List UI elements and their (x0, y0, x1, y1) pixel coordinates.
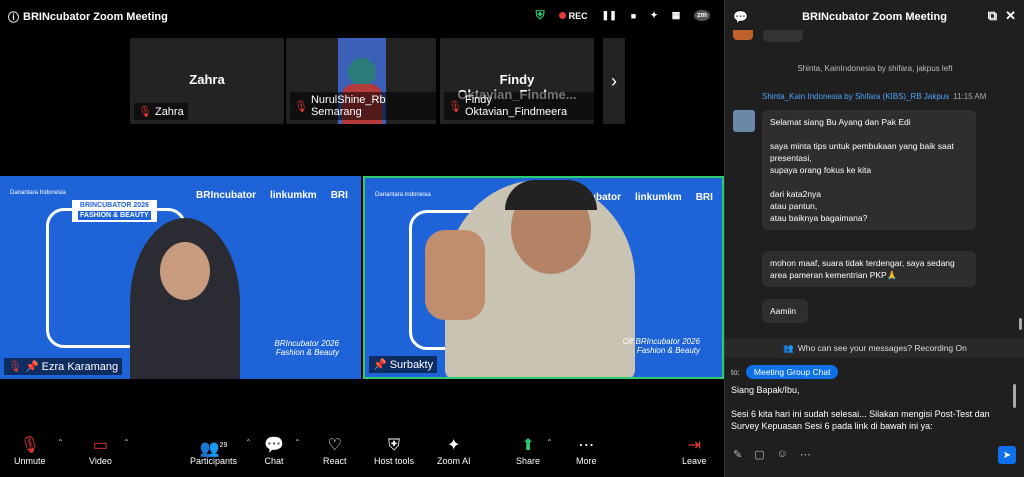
window-title: BRINcubator Zoom Meeting (23, 11, 168, 23)
compose-tools: ✎ ▢ ☺ ⋯ (733, 448, 811, 461)
info-icon[interactable]: ⓘ (8, 9, 19, 25)
chat-icon: 💬 (264, 437, 284, 454)
visibility-notice[interactable]: 👥 Who can see your messages? Recording On (725, 338, 1024, 358)
participant-video (425, 180, 635, 377)
view-icon[interactable]: ▦ (672, 10, 681, 21)
meeting-toolbar: 🎙 Unmute ⌃ ▭ Video ⌃ 👥29 Participants ⌃ 💬 Ch… (0, 430, 724, 477)
participant-video (130, 218, 240, 379)
input-scrollbar[interactable] (1013, 384, 1016, 408)
more-icon[interactable]: ⋯ (800, 448, 811, 461)
chat-panel: 💬 BRINcubator Zoom Meeting ⧉ ✕ Shinta, Ka… (724, 0, 1024, 477)
format-icon[interactable]: ✎ (733, 448, 742, 461)
unmute-button[interactable]: 🎙 Unmute (14, 436, 46, 466)
chat-header: 💬 BRINcubator Zoom Meeting ⧉ ✕ (725, 0, 1024, 34)
shield-icon: ⛨ (388, 437, 401, 454)
previous-message-fragment (763, 30, 803, 42)
recipient-selector[interactable]: to: Meeting Group Chat (731, 365, 839, 379)
shield-icon[interactable]: ⛨ (536, 8, 545, 23)
close-icon[interactable]: ✕ (1005, 8, 1016, 24)
message-input[interactable]: Siang Bapak/Ibu, Sesi 6 kita hari ini su… (731, 384, 1001, 432)
stop-recording-icon[interactable]: ■ (631, 11, 636, 21)
send-button[interactable]: ➤ (998, 446, 1016, 464)
share-button[interactable]: ⬆ Share (516, 436, 540, 466)
mic-muted-icon: 🎙 (19, 437, 40, 454)
system-message: Shinta, KainIndonesia by shifara, jakpus… (797, 64, 953, 73)
chevron-up-icon[interactable]: ⌃ (546, 438, 553, 447)
zoom-ai-button[interactable]: ✦ Zoom AI (437, 436, 471, 466)
message-sender[interactable]: Shinta_Kain Indonesia by Shifara (KIBS)_… (762, 92, 986, 101)
send-icon: ➤ (1002, 449, 1012, 461)
avatar[interactable]: zm (694, 10, 710, 21)
participant-tile[interactable]: 🎙 NurulShine_Rb Semarang (286, 38, 436, 124)
sparkle-icon[interactable]: ✦ (650, 10, 658, 21)
participants-icon: 👥29 (199, 440, 228, 458)
participants-button[interactable]: 👥29 Participants (190, 436, 237, 466)
chevron-up-icon[interactable]: ⌃ (123, 438, 130, 447)
react-button[interactable]: ♡ React (323, 436, 347, 466)
heart-icon: ♡ (327, 437, 342, 454)
chat-scrollbar[interactable] (1019, 318, 1022, 330)
previous-message-fragment (733, 30, 753, 40)
chat-message[interactable]: mohon maaf, suara tidak terdengar, saya … (762, 251, 976, 287)
sender-avatar[interactable] (733, 110, 755, 132)
top-bar: ⓘ BRINcubator Zoom Meeting ⛨ REC ❚❚ ■ ✦ … (0, 0, 724, 34)
pin-icon: 📌 (373, 359, 387, 371)
chat-button[interactable]: 💬 Chat (264, 436, 284, 466)
video-off-icon: ▭ (92, 437, 108, 454)
chat-message[interactable]: Aamiin (762, 299, 808, 323)
video-tile[interactable]: Danantara Indonesia BRIncubator linkumkm… (0, 176, 361, 379)
leave-button[interactable]: ⇥ Leave (682, 436, 707, 466)
sparkle-icon: ✦ (447, 437, 461, 454)
mic-muted-icon: 🎙 (294, 100, 308, 113)
chat-title: BRINcubator Zoom Meeting (802, 11, 947, 23)
org-logo: Danantara Indonesia (10, 190, 66, 196)
chevron-up-icon[interactable]: ⌃ (57, 438, 64, 447)
active-speaker-tile[interactable]: Danantara Indonesia BRIncubator linkumkm… (363, 176, 724, 379)
chevron-up-icon[interactable]: ⌃ (245, 438, 252, 447)
participant-tile[interactable]: Zahra 🎙 Zahra (130, 38, 284, 124)
mic-muted-icon: 🎙 (138, 106, 152, 118)
users-icon: 👥 (783, 342, 794, 353)
leave-icon: ⇥ (687, 437, 701, 454)
more-button[interactable]: ⋯ More (576, 436, 597, 466)
more-icon: ⋯ (578, 437, 595, 454)
participant-tile[interactable]: Findy Oktavian_Findme... 🎙Findy Oktavian… (440, 38, 594, 124)
mic-muted-icon: 🎙 (448, 100, 462, 113)
recipient-pill: Meeting Group Chat (745, 365, 839, 379)
next-page-chevron-icon[interactable]: › (603, 38, 625, 124)
pause-recording-icon[interactable]: ❚❚ (602, 10, 617, 21)
event-banner: BRINCUBATOR 2026 FASHION & BEAUTY (72, 200, 157, 222)
host-tools-button[interactable]: ⛨ Host tools (374, 436, 414, 466)
chevron-up-icon[interactable]: ⌃ (294, 438, 301, 447)
chat-message[interactable]: Selamat siang Bu Ayang dan Pak Edi saya … (762, 110, 976, 230)
mic-muted-icon: 🎙 (8, 361, 22, 373)
emoji-icon[interactable]: ☺ (777, 448, 788, 461)
video-button[interactable]: ▭ Video (89, 436, 112, 466)
meeting-area: ⓘ BRINcubator Zoom Meeting ⛨ REC ❚❚ ■ ✦ … (0, 0, 724, 477)
recording-indicator: REC (558, 11, 588, 21)
pop-out-icon[interactable]: ⧉ (988, 8, 997, 24)
chat-icon: 💬 (733, 10, 748, 24)
share-icon: ⬆ (521, 437, 535, 454)
file-icon[interactable]: ▢ (754, 448, 764, 461)
pin-icon: 📌 (24, 361, 39, 373)
org-logo: Danantara Indonesia (375, 192, 431, 198)
